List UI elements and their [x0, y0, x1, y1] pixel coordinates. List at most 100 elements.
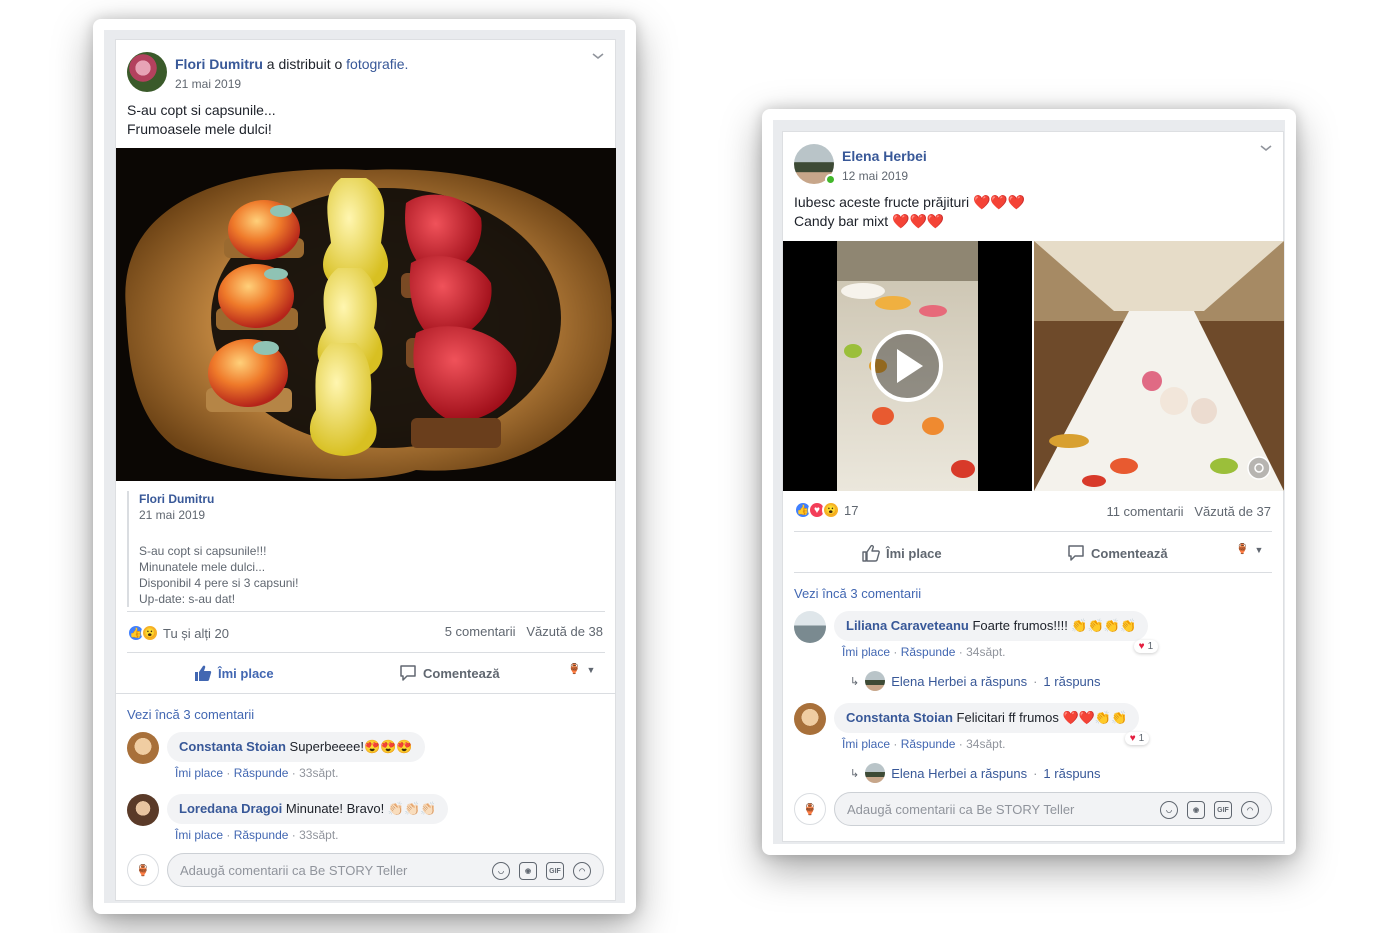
- comment-input[interactable]: Adaugă comentarii ca Be STORY Teller ◡ ◉…: [834, 792, 1272, 826]
- comment-like-link[interactable]: Îmi place: [842, 645, 890, 659]
- chevron-down-icon: ▼: [586, 664, 596, 675]
- divider: [127, 611, 605, 612]
- comment: Constanta Stoian Superbeeee!😍😍😍: [127, 732, 425, 764]
- shared-date[interactable]: 21 mai 2019: [139, 507, 605, 523]
- comment-time[interactable]: 34săpt.: [966, 645, 1005, 659]
- comment-text: Superbeeee!😍😍😍: [289, 739, 413, 754]
- comments-count[interactable]: 11 comentarii: [1106, 504, 1183, 519]
- like-icon: [862, 544, 880, 562]
- audience-selector[interactable]: 🏺 ▼: [1236, 544, 1263, 555]
- gif-icon[interactable]: GIF: [1214, 801, 1232, 819]
- avatar[interactable]: [794, 703, 826, 735]
- reply-count: 1 răspuns: [1043, 673, 1101, 689]
- comment-reply-link[interactable]: Răspunde: [234, 828, 289, 842]
- gif-icon[interactable]: GIF: [546, 862, 564, 880]
- comment-reply-link[interactable]: Răspunde: [901, 737, 956, 751]
- shared-line: Up-date: s-au dat!: [139, 592, 236, 606]
- commenter-name[interactable]: Constanta Stoian: [846, 710, 953, 725]
- comment-like-link[interactable]: Îmi place: [842, 737, 890, 751]
- avatar[interactable]: [794, 611, 826, 643]
- comment-actions: Îmi place · Răspunde · 33săpt.: [175, 828, 339, 842]
- divider: [116, 693, 616, 694]
- replies-link[interactable]: ↳ Elena Herbei a răspuns · 1 răspuns: [850, 763, 1101, 783]
- photo-link[interactable]: fotografie.: [346, 56, 408, 72]
- comment-reply-link[interactable]: Răspunde: [901, 645, 956, 659]
- composer-icons: ◡ ◉ GIF ◠: [492, 862, 591, 880]
- comment-time[interactable]: 33săpt.: [299, 766, 338, 780]
- post-date[interactable]: 21 mai 2019: [175, 77, 408, 91]
- message-line: Candy bar mixt ❤️❤️❤️: [794, 213, 945, 229]
- comment: Liliana Caraveteanu Foarte frumos!!!! 👏👏…: [794, 611, 1159, 653]
- reactions-count: 17: [844, 502, 859, 518]
- comment-time[interactable]: 33săpt.: [299, 828, 338, 842]
- chevron-down-icon[interactable]: [1259, 142, 1273, 152]
- avatar[interactable]: [127, 52, 167, 92]
- avatar[interactable]: [794, 144, 836, 185]
- comment-reaction-badge[interactable]: ♥ 1: [1133, 640, 1159, 653]
- post-date[interactable]: 12 mai 2019: [842, 169, 927, 183]
- page-avatar-icon: 🏺: [1236, 544, 1249, 555]
- comment-text: Minunate! Bravo! 👏🏻👏🏻👏🏻: [285, 801, 437, 816]
- comment-placeholder: Adaugă comentarii ca Be STORY Teller: [180, 862, 408, 878]
- like-label: Îmi place: [886, 545, 942, 561]
- chevron-down-icon: ▼: [1254, 544, 1264, 555]
- comment-bubble: Constanta Stoian Superbeeee!😍😍😍: [167, 732, 425, 762]
- commenter-name[interactable]: Loredana Dragoi: [179, 801, 282, 816]
- emoji-icon[interactable]: ◡: [492, 862, 510, 880]
- comment-like-link[interactable]: Îmi place: [175, 766, 223, 780]
- comment-label: Comentează: [1091, 545, 1168, 561]
- post-video[interactable]: [783, 241, 1032, 491]
- divider: [794, 531, 1272, 532]
- comment-button[interactable]: Comentează: [399, 664, 500, 682]
- commenter-name[interactable]: Liliana Caraveteanu: [846, 618, 969, 633]
- commenter-name[interactable]: Constanta Stoian: [179, 739, 286, 754]
- comment-input[interactable]: Adaugă comentarii ca Be STORY Teller ◡ ◉…: [167, 853, 604, 887]
- views-count[interactable]: Văzută de 38: [526, 624, 603, 639]
- view-more-comments[interactable]: Vezi încă 3 comentarii: [127, 707, 254, 722]
- replies-link[interactable]: ↳ Elena Herbei a răspuns · 1 răspuns: [850, 671, 1101, 691]
- comment: Loredana Dragoi Minunate! Bravo! 👏🏻👏🏻👏🏻: [127, 794, 449, 826]
- chevron-down-icon[interactable]: [591, 50, 605, 60]
- camera-icon[interactable]: ◉: [519, 862, 537, 880]
- comment-reaction-badge[interactable]: ♥ 1: [1124, 732, 1150, 745]
- wow-reaction-icon: 😮: [822, 501, 840, 519]
- emoji-icon[interactable]: ◡: [1160, 801, 1178, 819]
- post-photo[interactable]: [1034, 241, 1284, 491]
- author-name[interactable]: Flori Dumitru: [175, 56, 263, 72]
- avatar: [865, 671, 886, 691]
- camera-icon[interactable]: ◉: [1187, 801, 1205, 819]
- post-stats: 11 comentarii Văzută de 37: [1106, 504, 1271, 519]
- comment-like-link[interactable]: Îmi place: [175, 828, 223, 842]
- comments-count[interactable]: 5 comentarii: [445, 624, 516, 639]
- comment-text: Foarte frumos!!!! 👏👏👏👏: [972, 618, 1137, 633]
- comment-icon: [400, 665, 416, 681]
- comment-reply-link[interactable]: Răspunde: [234, 766, 289, 780]
- page-avatar-icon: 🏺: [568, 664, 581, 675]
- reactions-summary[interactable]: 👍 😮 Tu și alți 20: [127, 624, 229, 642]
- post-frame-right: Elena Herbei 12 mai 2019 Iubesc aceste f…: [762, 109, 1296, 855]
- divider: [794, 572, 1272, 573]
- reply-arrow-icon: ↳: [850, 675, 860, 688]
- comment-time[interactable]: 34săpt.: [966, 737, 1005, 751]
- like-button[interactable]: Îmi place: [194, 664, 274, 682]
- like-button[interactable]: Îmi place: [862, 544, 942, 562]
- comment-composer: 🏺 Adaugă comentarii ca Be STORY Teller ◡…: [794, 792, 1272, 826]
- view-more-comments[interactable]: Vezi încă 3 comentarii: [794, 586, 921, 601]
- sticker-icon[interactable]: ◠: [1241, 801, 1259, 819]
- views-count[interactable]: Văzută de 37: [1194, 504, 1271, 519]
- audience-selector[interactable]: 🏺 ▼: [568, 664, 595, 675]
- comment-placeholder: Adaugă comentarii ca Be STORY Teller: [847, 801, 1075, 817]
- sticker-icon[interactable]: ◠: [573, 862, 591, 880]
- shared-author[interactable]: Flori Dumitru: [139, 491, 605, 507]
- love-reaction-icon: ♥: [1129, 733, 1136, 744]
- author-name[interactable]: Elena Herbei: [842, 148, 927, 164]
- post-photo[interactable]: [116, 148, 616, 481]
- reply-author: Elena Herbei a răspuns: [891, 765, 1028, 781]
- avatar[interactable]: [127, 794, 159, 826]
- comment-button[interactable]: Comentează: [1067, 544, 1168, 562]
- reactions-summary[interactable]: 👍 ♥ 😮 17: [794, 501, 858, 519]
- comment-bubble: Loredana Dragoi Minunate! Bravo! 👏🏻👏🏻👏🏻: [167, 794, 449, 824]
- avatar[interactable]: [127, 732, 159, 764]
- like-icon: [195, 665, 212, 681]
- shared-post[interactable]: Flori Dumitru 21 mai 2019 S-au copt si c…: [127, 491, 605, 607]
